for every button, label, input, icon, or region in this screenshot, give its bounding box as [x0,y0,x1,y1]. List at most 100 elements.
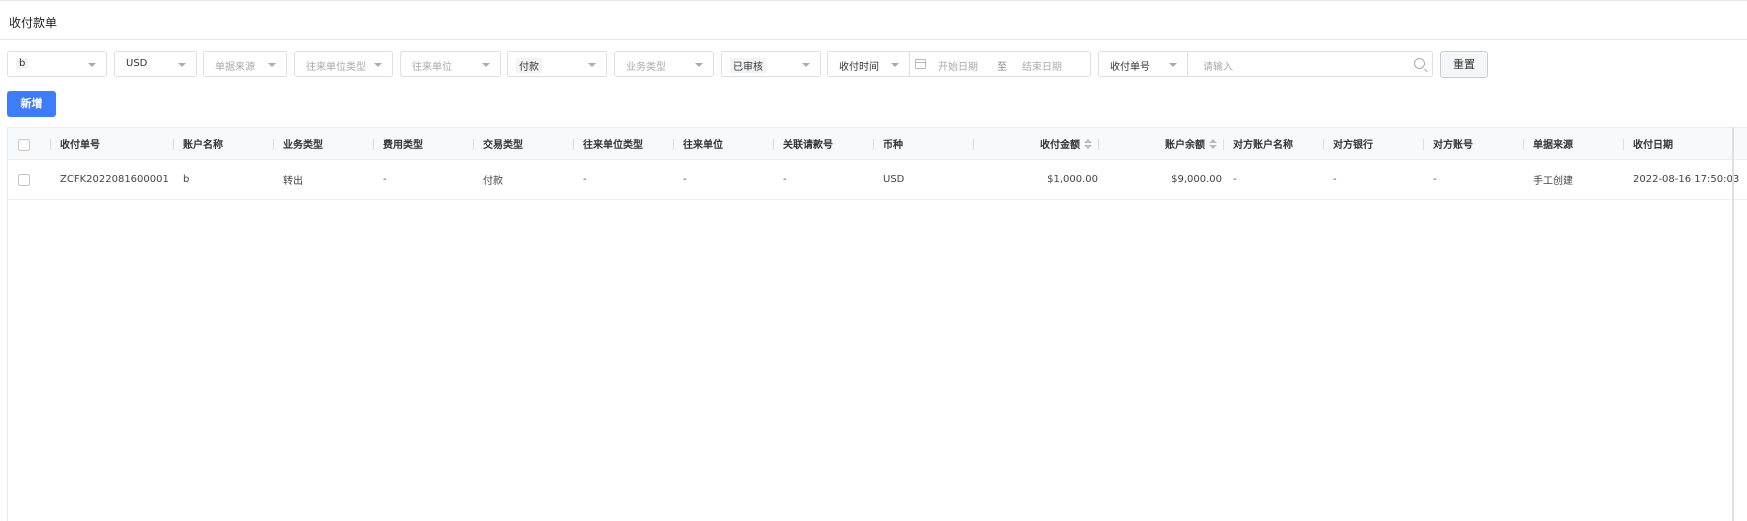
cell-trade-type: 付款 [483,176,503,187]
search-field-select-value: 收付单号 [1110,62,1150,73]
currency-select-value: USD [126,58,148,69]
account-select[interactable]: b [7,51,107,77]
col-header-partner-type: 往来单位类型 [583,140,643,151]
data-table: 收付单号 账户名称 业务类型 费用类型 交易类型 往来单位类型 往来单位 关联请… [7,127,1747,521]
column-divider [273,139,274,150]
status-select-value: 已审核 [730,58,766,73]
cell-related-request: - [783,174,787,185]
table-header: 收付单号 账户名称 业务类型 费用类型 交易类型 往来单位类型 往来单位 关联请… [8,127,1747,160]
start-date-input[interactable]: 开始日期 [938,58,978,73]
cell-partner-type: - [583,174,587,185]
chevron-down-icon [88,63,96,67]
chevron-down-icon [588,63,596,67]
cell-counter-account-no: - [1433,174,1437,185]
row-checkbox[interactable] [18,174,30,186]
add-button[interactable]: 新增 [7,91,56,117]
column-divider [1323,139,1324,150]
chevron-down-icon [178,63,186,67]
col-header-date: 收付日期 [1633,140,1673,151]
search-input[interactable]: 请输入 [1203,58,1233,73]
search-icon[interactable] [1414,58,1425,69]
column-divider [473,139,474,150]
col-header-account-name: 账户名称 [183,140,223,151]
end-date-input[interactable]: 结束日期 [1022,58,1062,73]
column-divider [373,139,374,150]
chevron-down-icon [1169,63,1177,67]
column-divider [1523,139,1524,150]
chevron-down-icon [891,63,899,67]
col-header-doc-no: 收付单号 [60,140,100,151]
cell-doc-no: ZCFK2022081600001 [60,174,169,185]
cell-business-type: 转出 [283,176,303,187]
time-field-select-value: 收付时间 [839,62,879,73]
search-field-select[interactable]: 收付单号 [1099,52,1188,76]
sort-icon[interactable] [1084,138,1092,149]
col-header-business-type: 业务类型 [283,140,323,151]
cell-counter-bank: - [1333,174,1337,185]
chevron-down-icon [268,63,276,67]
col-header-counter-account-name: 对方账户名称 [1233,140,1293,151]
calendar-icon [915,59,926,69]
cell-balance: $9,000.00 [1171,174,1222,185]
select-all-checkbox[interactable] [18,139,30,151]
column-divider [1098,139,1099,150]
date-range-filter: 收付时间 开始日期 至 结束日期 [827,51,1091,77]
status-select[interactable]: 已审核 [721,51,821,77]
col-header-partner: 往来单位 [683,140,723,151]
business-type-select-placeholder: 业务类型 [626,62,666,73]
sort-icon[interactable] [1209,138,1217,149]
column-divider [1223,139,1224,150]
source-select-placeholder: 单据来源 [215,62,255,73]
source-select[interactable]: 单据来源 [203,51,287,77]
cell-date: 2022-08-16 17:50:03 [1633,174,1740,185]
partner-type-select[interactable]: 往来单位类型 [294,51,393,77]
search-group: 收付单号 请输入 [1098,51,1433,77]
column-divider [1423,139,1424,150]
col-header-counter-account-no: 对方账号 [1433,140,1473,151]
trade-type-select-value: 付款 [516,58,542,73]
col-header-trade-type: 交易类型 [483,140,523,151]
col-header-amount-label: 收付金额 [1040,140,1080,151]
col-header-fee-type: 费用类型 [383,140,423,151]
page-title: 收付款单 [9,16,58,30]
col-header-related-request: 关联请款号 [783,140,833,151]
col-header-currency: 币种 [883,140,903,151]
column-divider [873,139,874,150]
partner-select-placeholder: 往来单位 [412,62,452,73]
col-header-amount[interactable]: 收付金额 [978,128,1092,159]
cell-account-name: b [183,174,190,185]
business-type-select[interactable]: 业务类型 [614,51,714,77]
col-header-counter-bank: 对方银行 [1333,140,1373,151]
table-row[interactable]: ZCFK2022081600001 b 转出 - 付款 - - - USD $1… [8,160,1747,200]
partner-select[interactable]: 往来单位 [400,51,501,77]
date-range-separator: 至 [997,62,1007,73]
chevron-down-icon [695,63,703,67]
col-header-source: 单据来源 [1533,140,1573,151]
col-header-balance-label: 账户余额 [1165,140,1205,151]
cell-currency: USD [883,174,905,185]
cell-counter-account-name: - [1233,174,1237,185]
column-divider [173,139,174,150]
trade-type-select[interactable]: 付款 [507,51,607,77]
cell-amount: $1,000.00 [1047,174,1098,185]
reset-button[interactable]: 重置 [1440,51,1488,78]
column-divider [773,139,774,150]
col-header-balance[interactable]: 账户余额 [1103,128,1217,159]
column-divider [1623,139,1624,150]
vertical-scrollbar[interactable] [1732,127,1734,521]
cell-source: 手工创建 [1533,176,1573,187]
cell-fee-type: - [383,174,387,185]
chevron-down-icon [802,63,810,67]
column-divider [973,139,974,150]
title-bar: 收付款单 [0,0,1747,40]
chevron-down-icon [482,63,490,67]
column-divider [50,139,51,150]
column-divider [673,139,674,150]
column-divider [573,139,574,150]
currency-select[interactable]: USD [114,51,197,77]
account-select-value: b [16,58,29,69]
partner-type-select-placeholder: 往来单位类型 [306,62,366,73]
time-field-select[interactable]: 收付时间 [828,52,910,76]
chevron-down-icon [374,63,382,67]
cell-partner: - [683,174,687,185]
